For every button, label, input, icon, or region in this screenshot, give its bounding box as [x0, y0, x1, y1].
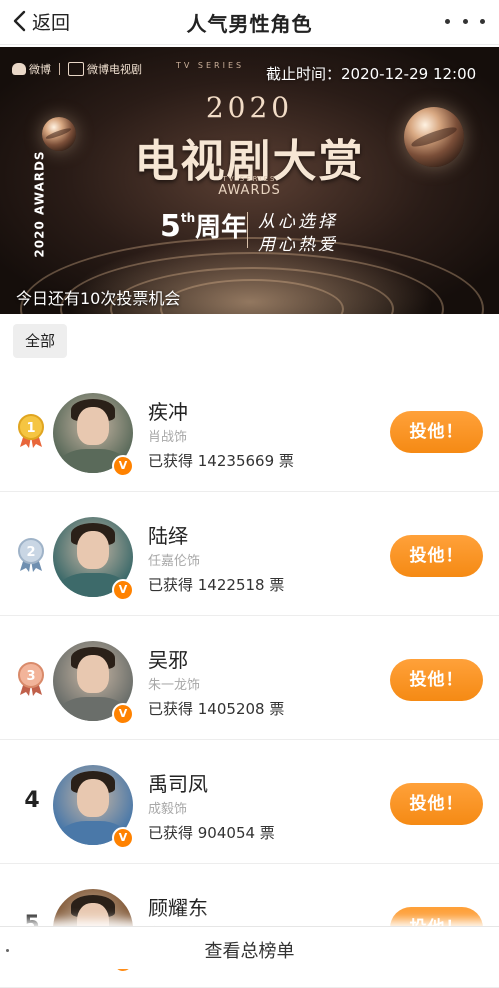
verified-badge-icon: V: [112, 455, 134, 477]
slogan-line-1: 从心选择: [258, 212, 338, 232]
verified-badge-icon: V: [112, 579, 134, 601]
svg-text:2: 2: [26, 545, 35, 560]
verified-badge-icon: V: [112, 703, 134, 725]
vote-button[interactable]: 投他！: [390, 535, 483, 577]
list-item[interactable]: 4 V 禹司凤 成毅饰 已获得 904054 票 投他！: [0, 740, 499, 864]
vote-button[interactable]: 投他！: [390, 783, 483, 825]
actor-name: 朱一龙饰: [148, 678, 201, 693]
banner-tv-series-top: TV SERIES: [176, 61, 245, 70]
character-name: 吴邪: [148, 648, 188, 672]
deadline-text: 截止时间：2020-12-29 12:00: [266, 65, 477, 83]
character-name: 禹司凤: [148, 772, 208, 796]
slogan-line-2: 用心热爱: [258, 235, 338, 255]
ranking-list: 1 V 疾冲 肖战饰 已获得 14235669 票 投他！ 2 V 陆绎 任嘉伦…: [0, 368, 499, 988]
svg-text:3: 3: [26, 669, 35, 684]
gold-medal-icon: 1: [18, 414, 44, 448]
banner-awards: AWARDS: [218, 183, 281, 198]
actor-name: 任嘉伦饰: [148, 554, 201, 569]
character-name: 陆绎: [148, 524, 188, 548]
view-full-ranking-button[interactable]: 查看总榜单: [0, 937, 499, 963]
character-name: 顾耀东: [148, 896, 208, 920]
event-banner: 微博 微博电视剧 TV SERIES 截止时间：2020-12-29 12:00…: [0, 47, 499, 314]
vote-button[interactable]: 投他！: [390, 659, 483, 701]
svg-text:1: 1: [26, 421, 35, 436]
verified-badge-icon: V: [112, 827, 134, 849]
weibo-logo: 微博: [12, 61, 51, 77]
vote-button[interactable]: 投他！: [390, 411, 483, 453]
vote-count: 已获得 14235669 票: [148, 452, 294, 470]
page-title: 人气男性角色: [186, 12, 313, 36]
top-nav-bar: 返回 人气男性角色: [0, 0, 499, 45]
list-item[interactable]: 2 V 陆绎 任嘉伦饰 已获得 1422518 票 投他！: [0, 492, 499, 616]
rank-number: 4: [24, 788, 40, 813]
sponsor-logos: 微博 微博电视剧: [12, 61, 142, 77]
banner-year: 2020: [205, 91, 294, 124]
silver-medal-icon: 2: [18, 538, 44, 572]
vote-count: 已获得 1422518 票: [148, 576, 285, 594]
anniversary-badge: 5th周年: [160, 209, 248, 244]
vote-count: 已获得 904054 票: [148, 824, 275, 842]
list-item[interactable]: 1 V 疾冲 肖战饰 已获得 14235669 票 投他！: [0, 368, 499, 492]
banner-tv-series: TV SERIES: [222, 175, 277, 183]
actor-name: 成毅饰: [148, 802, 188, 817]
vote-chances-text: 今日还有10次投票机会: [16, 289, 181, 308]
vote-count: 已获得 1405208 票: [148, 700, 285, 718]
actor-name: 肖战饰: [148, 430, 188, 445]
bottom-bar: 查看总榜单: [0, 926, 499, 969]
list-item[interactable]: 3 V 吴邪 朱一龙饰 已获得 1405208 票 投他！: [0, 616, 499, 740]
weibo-tv-logo: 微博电视剧: [68, 61, 142, 77]
more-icon[interactable]: [445, 6, 485, 36]
filter-all-chip[interactable]: 全部: [13, 324, 67, 358]
bronze-medal-icon: 3: [18, 662, 44, 696]
character-name: 疾冲: [148, 400, 188, 424]
